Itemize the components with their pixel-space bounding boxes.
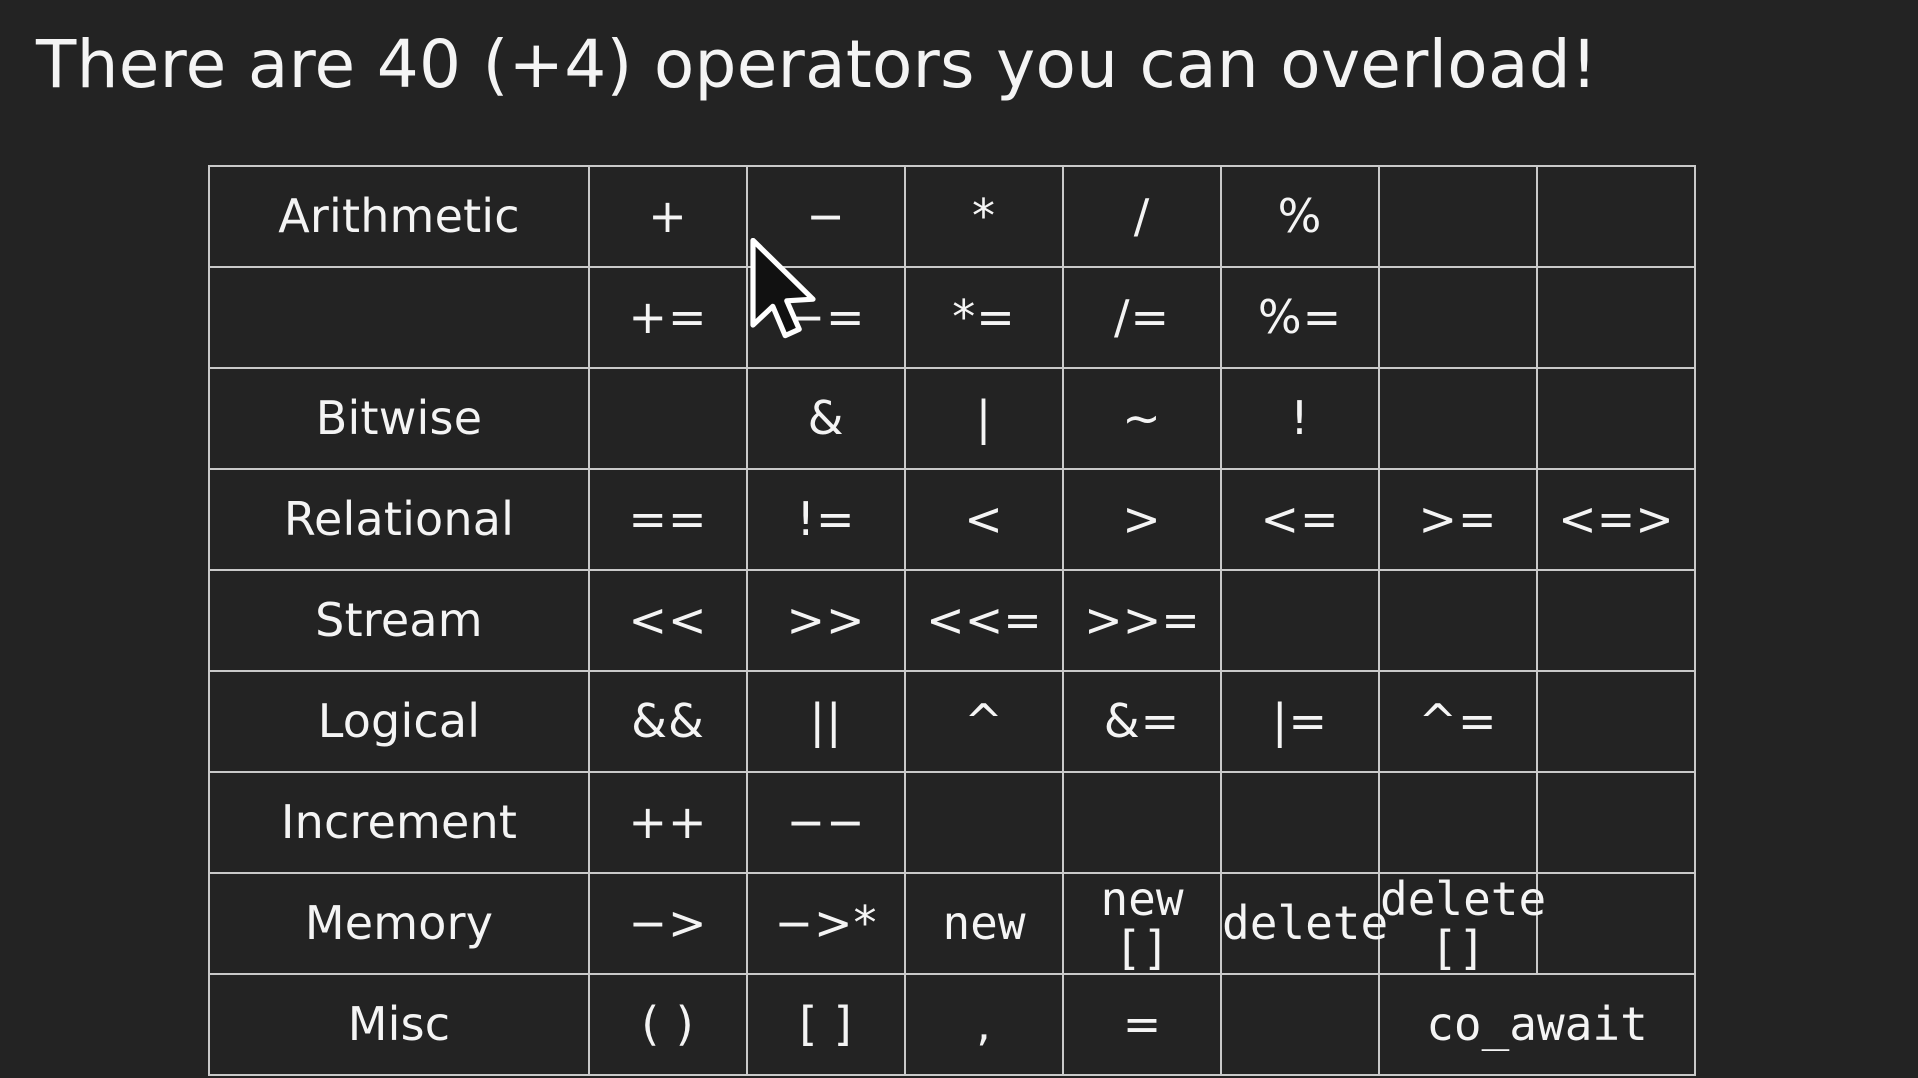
row-label <box>208 266 590 369</box>
operator-cell: delete <box>1220 872 1388 975</box>
operator-cell: != <box>746 468 906 571</box>
empty-cell <box>1062 771 1222 874</box>
table-row: Relational == != < > <= >= <=> <box>208 468 1696 571</box>
empty-cell <box>1220 973 1380 1076</box>
operator-cell: |= <box>1220 670 1380 773</box>
empty-cell <box>1378 165 1538 268</box>
operator-cell: > <box>1062 468 1222 571</box>
table-row: Logical && || ^ &= |= ^= <box>208 670 1696 773</box>
row-label: Memory <box>208 872 590 975</box>
page-title: There are 40 (+4) operators you can over… <box>36 26 1598 103</box>
row-label: Bitwise <box>208 367 590 470</box>
empty-cell <box>904 771 1064 874</box>
operator-cell: <<= <box>904 569 1064 672</box>
empty-cell <box>1536 872 1696 975</box>
operator-cell: new [] <box>1062 872 1222 975</box>
row-label: Increment <box>208 771 590 874</box>
operator-cell: ^ <box>904 670 1064 773</box>
table-row: Bitwise & | ~! <box>208 367 1696 470</box>
row-label: Misc <box>208 973 590 1076</box>
table-row: Misc( )[ ], = co_await <box>208 973 1696 1076</box>
operator-cell: ( ) <box>588 973 748 1076</box>
operator-cell: && <box>588 670 748 773</box>
row-label: Arithmetic <box>208 165 590 268</box>
operator-cell: ^= <box>1378 670 1538 773</box>
operator-cell: << <box>588 569 748 672</box>
operator-cell: −> <box>588 872 748 975</box>
operator-cell: / <box>1062 165 1222 268</box>
operator-cell: delete [] <box>1378 872 1547 975</box>
row-label: Stream <box>208 569 590 672</box>
empty-cell <box>1536 569 1696 672</box>
operator-cell: − <box>746 165 906 268</box>
operator-cell: == <box>588 468 748 571</box>
operator-cell: <=> <box>1536 468 1696 571</box>
operator-cell: <= <box>1220 468 1380 571</box>
operator-cell: ++ <box>588 771 748 874</box>
operator-cell: new <box>904 872 1064 975</box>
row-label: Logical <box>208 670 590 773</box>
table-row: += −= *=/= %= <box>208 266 1696 369</box>
empty-cell <box>1378 367 1538 470</box>
operator-cell: = <box>1062 973 1222 1076</box>
operator-cell: , <box>904 973 1064 1076</box>
operator-cell: >= <box>1378 468 1538 571</box>
empty-cell <box>1378 569 1538 672</box>
row-label: Relational <box>208 468 590 571</box>
operator-cell: −>* <box>746 872 906 975</box>
operator-cell: −= <box>746 266 906 369</box>
operator-cell: += <box>588 266 748 369</box>
operator-cell: | <box>904 367 1064 470</box>
operator-cell: −− <box>746 771 906 874</box>
operator-cell: + <box>588 165 748 268</box>
empty-cell <box>1220 569 1380 672</box>
operator-cell: *= <box>904 266 1064 369</box>
empty-cell <box>1220 771 1380 874</box>
empty-cell <box>1536 367 1696 470</box>
operator-cell: >> <box>746 569 906 672</box>
empty-cell <box>1536 771 1696 874</box>
table-row: Increment ++ −− <box>208 771 1696 874</box>
operator-cell: % <box>1220 165 1380 268</box>
operator-cell: ! <box>1220 367 1380 470</box>
operator-cell: /= <box>1062 266 1222 369</box>
operator-cell: ~ <box>1062 367 1222 470</box>
operator-cell: %= <box>1220 266 1380 369</box>
operator-cell: * <box>904 165 1064 268</box>
empty-cell <box>1536 670 1696 773</box>
operator-cell: >>= <box>1062 569 1222 672</box>
empty-cell <box>1536 165 1696 268</box>
operator-cell: < <box>904 468 1064 571</box>
operators-table-body: Arithmetic + − * /% += −= *=/= %= Bitwise & | ~! Rela… <box>208 165 1696 1076</box>
table-row: Memory −> −>* new new [] delete delete [] <box>208 872 1696 975</box>
operator-cell: || <box>746 670 906 773</box>
operator-cell: & <box>746 367 906 470</box>
operators-table: Arithmetic + − * /% += −= *=/= %= Bitwise & | ~! Rela… <box>208 165 1696 1076</box>
table-row: Stream << >> <<= >>= <box>208 569 1696 672</box>
operator-cell: &= <box>1062 670 1222 773</box>
empty-cell <box>1378 771 1538 874</box>
operator-cell: co_await <box>1378 973 1696 1076</box>
operator-cell: [ ] <box>746 973 906 1076</box>
empty-cell <box>1378 266 1538 369</box>
empty-cell <box>588 367 748 470</box>
empty-cell <box>1536 266 1696 369</box>
table-row: Arithmetic + − * /% <box>208 165 1696 268</box>
